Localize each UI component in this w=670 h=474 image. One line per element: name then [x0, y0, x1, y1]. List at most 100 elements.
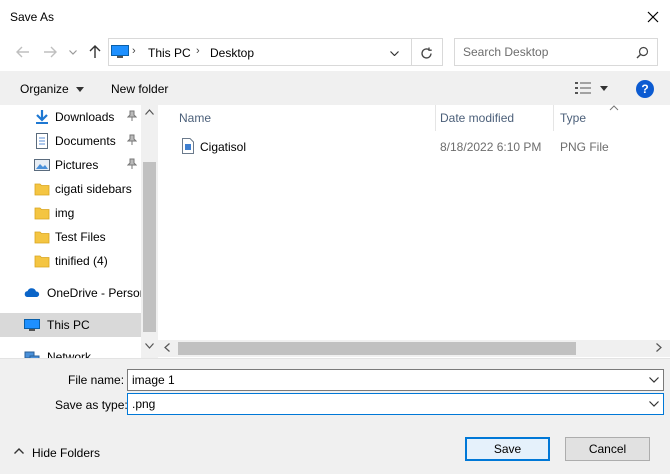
pin-icon — [127, 158, 137, 169]
recent-locations-button[interactable] — [64, 43, 82, 61]
sidebar-item-img[interactable]: img — [0, 201, 141, 225]
sidebar-item-onedrive[interactable]: OneDrive - Persor — [0, 281, 144, 305]
file-type-cell: PNG File — [560, 140, 609, 154]
sidebar-item-label: Documents — [55, 134, 116, 148]
save-button[interactable]: Save — [465, 437, 550, 461]
sidebar-item-documents[interactable]: Documents — [0, 129, 141, 153]
sidebar-item-label: Test Files — [55, 230, 106, 244]
close-button[interactable] — [636, 0, 670, 33]
scroll-up-arrow-icon[interactable] — [145, 109, 154, 115]
file-name-field[interactable]: image 1 — [127, 369, 664, 391]
network-icon — [24, 351, 40, 358]
folder-icon — [34, 255, 50, 268]
sidebar-item-downloads[interactable]: Downloads — [0, 105, 141, 129]
column-header-name[interactable]: Name — [172, 105, 436, 131]
refresh-button[interactable] — [417, 44, 435, 62]
scroll-down-arrow-icon[interactable] — [145, 343, 154, 349]
sidebar-item-label: tinified (4) — [55, 254, 108, 268]
navigation-pane: Downloads Documents Pictures cigati side… — [0, 105, 158, 358]
address-bar: › This PC › Desktop — [0, 33, 670, 71]
breadcrumb-desktop[interactable]: Desktop — [210, 46, 254, 60]
pin-icon — [127, 110, 137, 121]
sidebar-item-label: This PC — [47, 318, 90, 332]
sidebar-item-cigati-sidebars[interactable]: cigati sidebars — [0, 177, 141, 201]
organize-label: Organize — [20, 82, 69, 96]
sidebar-item-this-pc[interactable]: This PC — [0, 313, 141, 337]
breadcrumb-this-pc[interactable]: This PC — [148, 46, 191, 60]
chevron-down-icon — [649, 401, 659, 407]
folder-icon — [34, 183, 50, 196]
sidebar-item-label: Network — [47, 350, 92, 358]
back-arrow-icon — [16, 46, 29, 58]
pin-icon — [127, 134, 137, 145]
chevron-down-icon — [600, 86, 608, 91]
up-arrow-icon — [89, 45, 101, 58]
scrollbar-thumb[interactable] — [178, 342, 576, 355]
new-folder-button[interactable]: New folder — [111, 82, 168, 96]
chevron-down-icon — [76, 87, 85, 93]
help-icon[interactable]: ? — [636, 80, 654, 98]
breadcrumb-separator: › — [132, 45, 136, 57]
chevron-down-icon — [69, 49, 77, 55]
file-date-cell: 8/18/2022 6:10 PM — [440, 140, 542, 154]
organize-button[interactable]: Organize — [20, 82, 85, 96]
forward-arrow-icon — [44, 46, 57, 58]
folder-icon — [34, 231, 50, 244]
hide-folders-label: Hide Folders — [32, 446, 101, 460]
scroll-left-arrow-icon[interactable] — [164, 343, 170, 352]
sidebar-item-label: Pictures — [55, 158, 99, 172]
title-bar: Save As — [0, 0, 670, 33]
sidebar-item-label: img — [55, 206, 75, 220]
column-header-label: Type — [560, 111, 587, 125]
cancel-button[interactable]: Cancel — [565, 437, 650, 461]
this-pc-icon — [24, 319, 40, 331]
window-title: Save As — [10, 10, 55, 24]
up-button[interactable] — [86, 43, 104, 61]
this-pc-icon — [111, 45, 129, 58]
column-header-type[interactable]: Type — [554, 105, 654, 131]
column-header-label: Date modified — [440, 111, 515, 125]
details-view-icon — [575, 82, 591, 94]
sidebar-item-pictures[interactable]: Pictures — [0, 153, 141, 177]
save-as-type-select[interactable]: .png — [127, 393, 664, 415]
column-header-date-modified[interactable]: Date modified — [436, 105, 553, 131]
address-field[interactable]: › This PC › Desktop — [108, 38, 443, 66]
downloads-icon — [36, 110, 48, 124]
file-name-cell: Cigatisol — [200, 140, 247, 154]
search-input[interactable] — [463, 45, 623, 59]
documents-icon — [36, 133, 48, 149]
back-button[interactable] — [14, 43, 32, 61]
column-header-label: Name — [179, 111, 212, 125]
command-toolbar: Organize New folder ? — [0, 71, 670, 105]
hide-folders-button[interactable]: Hide Folders — [14, 445, 104, 463]
close-icon — [647, 11, 659, 22]
forward-button[interactable] — [41, 43, 59, 61]
file-list: Name Date modified Type Cigatisol 8/18/2… — [158, 105, 670, 358]
sidebar-item-network[interactable]: Network — [0, 345, 141, 358]
sidebar-item-label: Downloads — [55, 110, 115, 124]
address-divider — [411, 39, 412, 65]
chevron-down-icon — [389, 50, 399, 56]
file-name-value[interactable]: image 1 — [132, 373, 175, 387]
chevron-up-icon — [14, 448, 24, 454]
scrollbar-thumb[interactable] — [143, 162, 156, 332]
horizontal-scrollbar[interactable] — [158, 340, 670, 357]
file-name-label: File name: — [68, 373, 125, 387]
breadcrumb-separator: › — [196, 45, 200, 57]
navigation-scrollbar[interactable] — [141, 105, 158, 358]
onedrive-icon — [24, 288, 40, 297]
address-history-dropdown[interactable] — [386, 45, 402, 61]
search-icon — [636, 46, 649, 59]
save-as-type-value: .png — [132, 397, 156, 411]
change-view-button[interactable] — [574, 81, 614, 97]
chevron-down-icon[interactable] — [649, 377, 659, 383]
sidebar-item-tinified[interactable]: tinified (4) — [0, 249, 141, 273]
scroll-right-arrow-icon[interactable] — [656, 343, 662, 352]
png-file-icon — [182, 138, 194, 154]
save-as-type-label: Save as type: — [55, 398, 128, 412]
table-row[interactable]: Cigatisol 8/18/2022 6:10 PM PNG File — [178, 135, 648, 157]
refresh-icon — [420, 47, 432, 59]
sidebar-item-test-files[interactable]: Test Files — [0, 225, 141, 249]
pictures-icon — [34, 159, 50, 171]
search-box[interactable] — [454, 38, 658, 66]
